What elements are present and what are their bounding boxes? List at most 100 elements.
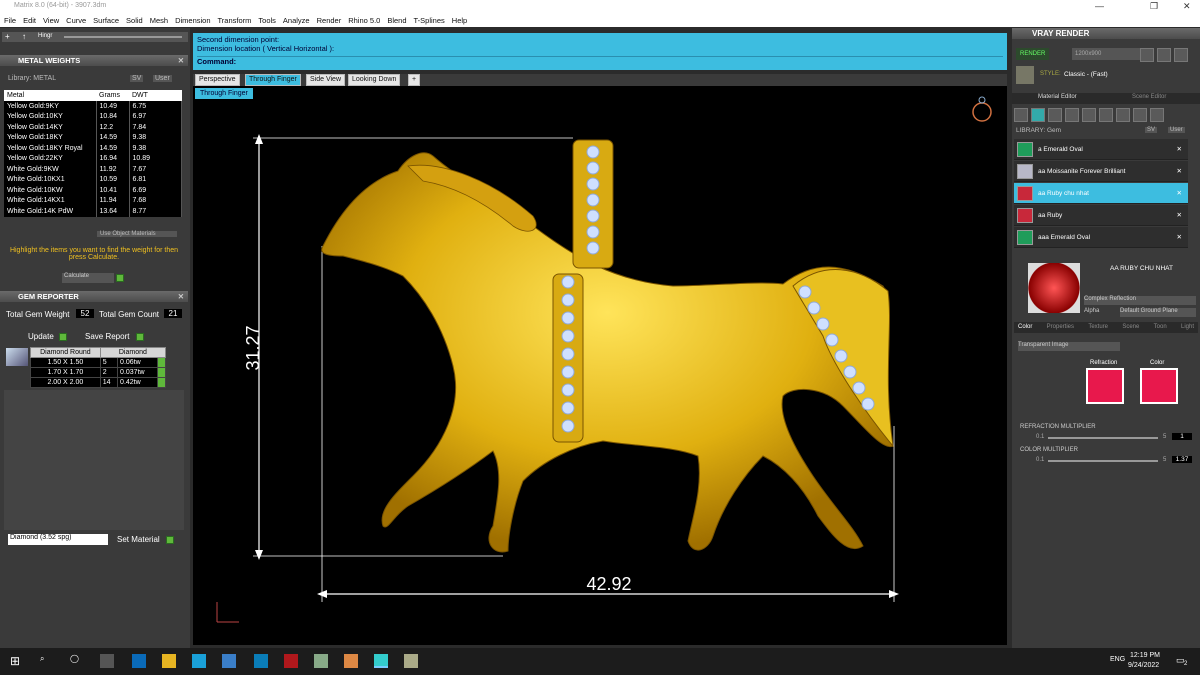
horse-pendant-model[interactable] bbox=[321, 139, 894, 553]
save-icon[interactable] bbox=[1140, 48, 1154, 62]
app-icon[interactable] bbox=[284, 654, 298, 668]
menu-item-t-splines[interactable]: T-Splines bbox=[414, 16, 445, 25]
table-row[interactable]: Yellow Gold:9KY 10.49 6.75 bbox=[4, 101, 182, 112]
table-row[interactable]: White Gold:9KW 11.92 7.67 bbox=[4, 164, 182, 175]
refraction-value[interactable]: 1 bbox=[1172, 433, 1192, 440]
table-row[interactable]: White Gold:10KW 10.41 6.69 bbox=[4, 185, 182, 196]
table-row[interactable]: White Gold:14K PdW 13.64 8.77 bbox=[4, 206, 182, 217]
menu-item-transform[interactable]: Transform bbox=[218, 16, 252, 25]
menu-item-rhino-5-0[interactable]: Rhino 5.0 bbox=[348, 16, 380, 25]
menu-item-curve[interactable]: Curve bbox=[66, 16, 86, 25]
set-material-go-icon[interactable] bbox=[166, 536, 174, 544]
resolution-field[interactable]: 1200x900 bbox=[1072, 48, 1150, 60]
tab-color[interactable]: Color bbox=[1018, 322, 1032, 333]
calculate-button[interactable]: Calculate bbox=[62, 273, 114, 283]
row-go-icon[interactable] bbox=[157, 357, 166, 368]
edge-icon[interactable] bbox=[132, 654, 146, 668]
tab-toon[interactable]: Toon bbox=[1154, 322, 1167, 333]
menu-item-mesh[interactable]: Mesh bbox=[150, 16, 168, 25]
update-button[interactable]: Update bbox=[28, 332, 54, 341]
menu-item-surface[interactable]: Surface bbox=[93, 16, 119, 25]
style-value[interactable]: Classic - (Fast) bbox=[1064, 71, 1108, 78]
table-row[interactable]: Yellow Gold:18KY Royal 14.59 9.38 bbox=[4, 143, 182, 154]
widgets-icon[interactable] bbox=[100, 654, 114, 668]
color-slider[interactable] bbox=[1048, 460, 1158, 462]
drop-icon[interactable] bbox=[1014, 108, 1028, 122]
toolbar-slider[interactable] bbox=[64, 36, 182, 38]
row-go-icon[interactable] bbox=[157, 367, 166, 378]
chrome-icon[interactable] bbox=[344, 654, 358, 668]
clock-date[interactable]: 9/24/2022 bbox=[1128, 662, 1159, 669]
sv-button[interactable]: SV bbox=[1145, 127, 1158, 133]
menu-item-dimension[interactable]: Dimension bbox=[175, 16, 210, 25]
minimize-button[interactable]: — bbox=[1095, 1, 1104, 11]
viewport[interactable]: Through Finger 31.27 42.92 bbox=[193, 86, 1007, 645]
tab-perspective[interactable]: Perspective bbox=[195, 74, 240, 86]
refraction-slider[interactable] bbox=[1048, 437, 1158, 439]
update-go-icon[interactable] bbox=[59, 333, 67, 341]
remove-icon[interactable]: ✕ bbox=[1177, 161, 1182, 182]
transparent-image-select[interactable]: Transparent Image bbox=[1018, 342, 1120, 351]
add-view-icon[interactable]: + bbox=[408, 74, 421, 86]
gem-library-item[interactable]: aa Moissanite Forever Brilliant ✕ bbox=[1014, 161, 1188, 182]
tab-scene-editor[interactable]: Scene Editor bbox=[1132, 94, 1166, 100]
tab-material-editor[interactable]: Material Editor bbox=[1038, 94, 1077, 100]
table-row[interactable]: Yellow Gold:14KY 12.2 7.84 bbox=[4, 122, 182, 133]
gem-icon[interactable] bbox=[1031, 108, 1045, 122]
remove-icon[interactable]: ✕ bbox=[1177, 139, 1182, 160]
sphere-icon[interactable] bbox=[1048, 108, 1062, 122]
language-indicator[interactable]: ENG bbox=[1110, 656, 1125, 663]
clock-time[interactable]: 12:19 PM bbox=[1130, 652, 1160, 659]
tab-side-view[interactable]: Side View bbox=[306, 74, 346, 86]
table-row[interactable]: Yellow Gold:18KY 14.59 9.38 bbox=[4, 132, 182, 143]
table-row[interactable]: 1.70 X 1.70 2 0.037tw bbox=[30, 367, 166, 378]
mail-icon[interactable] bbox=[222, 654, 236, 668]
color-value[interactable]: 1.37 bbox=[1172, 456, 1192, 463]
rhino-icon[interactable] bbox=[314, 654, 328, 668]
col-dwt[interactable]: DWT bbox=[129, 90, 182, 101]
plane-icon[interactable] bbox=[1065, 108, 1079, 122]
remove-icon[interactable]: ✕ bbox=[1177, 183, 1182, 204]
col-grams[interactable]: Grams bbox=[96, 90, 129, 101]
ring-icon[interactable] bbox=[972, 96, 992, 122]
tab-through-finger[interactable]: Through Finger bbox=[245, 74, 301, 86]
calculate-go-icon[interactable] bbox=[116, 274, 124, 282]
menu-item-tools[interactable]: Tools bbox=[258, 16, 276, 25]
complex-reflection-select[interactable]: Complex Reflection bbox=[1084, 296, 1196, 305]
command-prompt[interactable]: Command: bbox=[197, 56, 1003, 66]
tab-scene[interactable]: Scene bbox=[1122, 322, 1139, 333]
row-go-icon[interactable] bbox=[157, 377, 166, 388]
material-select[interactable]: Diamond (3.52 spg) bbox=[8, 534, 108, 545]
tab-light[interactable]: Light bbox=[1181, 322, 1194, 333]
dots-icon[interactable] bbox=[1099, 108, 1113, 122]
menu-item-render[interactable]: Render bbox=[317, 16, 342, 25]
light-icon[interactable] bbox=[1150, 108, 1164, 122]
app-icon[interactable] bbox=[404, 654, 418, 668]
user-button[interactable]: User bbox=[153, 75, 172, 82]
menu-item-file[interactable]: File bbox=[4, 16, 16, 25]
sv-button[interactable]: SV bbox=[130, 75, 144, 82]
store-icon[interactable] bbox=[192, 654, 206, 668]
close-icon[interactable]: ✕ bbox=[178, 55, 184, 66]
add-icon[interactable]: + bbox=[5, 32, 10, 41]
save-go-icon[interactable] bbox=[136, 333, 144, 341]
tab-texture[interactable]: Texture bbox=[1088, 322, 1108, 333]
task-view-icon[interactable]: ◯ bbox=[70, 654, 84, 668]
user-button[interactable]: User bbox=[1168, 127, 1185, 133]
refraction-swatch[interactable] bbox=[1086, 368, 1124, 404]
close-button[interactable]: ✕ bbox=[1183, 1, 1191, 12]
table-row[interactable]: White Gold:14KX1 11.94 7.68 bbox=[4, 195, 182, 206]
layout-icon[interactable] bbox=[1174, 48, 1188, 62]
app-icon[interactable] bbox=[254, 654, 268, 668]
ground-plane-select[interactable]: Default Ground Plane bbox=[1120, 308, 1196, 317]
use-object-materials[interactable]: Use Object Materials bbox=[97, 231, 177, 237]
set-material-button[interactable]: Set Material bbox=[117, 535, 160, 544]
menu-item-solid[interactable]: Solid bbox=[126, 16, 143, 25]
render-button[interactable]: RENDER bbox=[1016, 48, 1050, 60]
grid-icon[interactable] bbox=[1082, 108, 1096, 122]
hinge-label[interactable]: Hingr bbox=[38, 33, 52, 39]
windows-start-icon[interactable]: ⊞ bbox=[10, 654, 24, 668]
color-swatch[interactable] bbox=[1140, 368, 1178, 404]
explorer-icon[interactable] bbox=[162, 654, 176, 668]
menu-item-blend[interactable]: Blend bbox=[387, 16, 406, 25]
